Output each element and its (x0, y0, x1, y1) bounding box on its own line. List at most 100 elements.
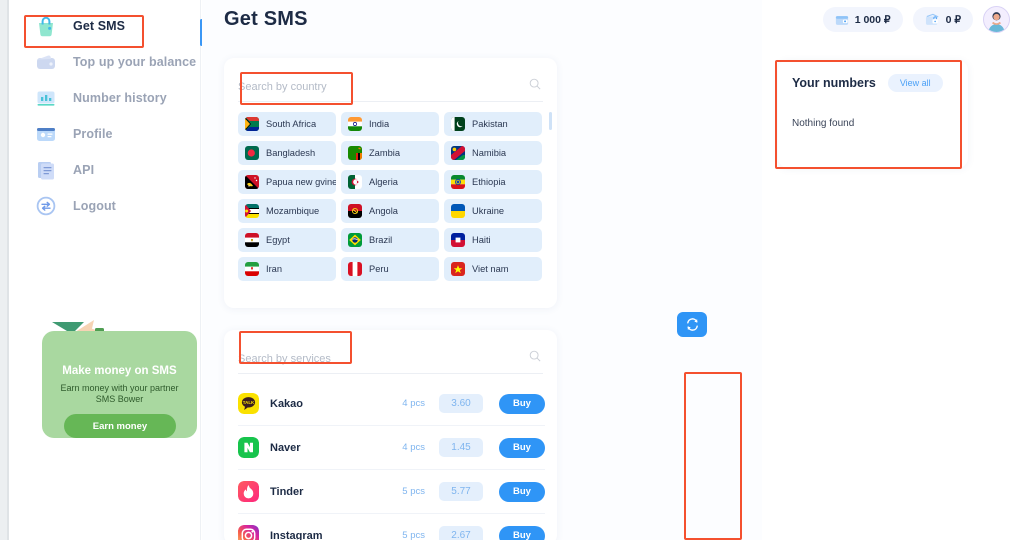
country-item[interactable]: Egypt (238, 228, 336, 252)
balance-bonus-pill[interactable]: 0 ₽ (912, 7, 973, 32)
search-icon[interactable] (529, 78, 541, 90)
service-quantity: 4 pcs (402, 442, 425, 453)
service-name: Kakao (270, 397, 304, 410)
avatar[interactable] (983, 6, 1010, 33)
bag-icon (33, 13, 59, 39)
country-item[interactable]: Brazil (341, 228, 439, 252)
page-title: Get SMS (224, 8, 308, 30)
flag-icon-br (348, 233, 362, 247)
sidebar-item-label: API (73, 163, 95, 177)
id-card-icon (33, 121, 59, 147)
sidebar-item-number-history[interactable]: Number history (9, 80, 201, 116)
your-numbers-title: Your numbers (792, 76, 876, 90)
country-item[interactable]: Ethiopia (444, 170, 542, 194)
buy-button[interactable]: Buy (499, 481, 545, 502)
service-search-row (238, 344, 543, 374)
country-item[interactable]: Pakistan (444, 112, 542, 136)
flag-icon-bd (245, 146, 259, 160)
country-item[interactable]: Angola (341, 199, 439, 223)
flag-icon-dz (348, 175, 362, 189)
country-item[interactable]: Ukraine (444, 199, 542, 223)
country-item[interactable]: Viet nam (444, 257, 542, 281)
country-item[interactable]: India (341, 112, 439, 136)
country-item[interactable]: Bangladesh (238, 141, 336, 165)
service-price: 3.60 (439, 394, 483, 413)
country-name: Haiti (472, 235, 491, 245)
service-quantity: 5 pcs (402, 530, 425, 540)
sidebar-item-get-sms[interactable]: Get SMS (9, 8, 201, 44)
your-numbers-header: Your numbers View all (792, 74, 943, 92)
tinder-icon (238, 481, 259, 502)
country-item[interactable]: Peru (341, 257, 439, 281)
flag-icon-zm (348, 146, 362, 160)
chart-icon (33, 85, 59, 111)
view-all-button[interactable]: View all (887, 74, 943, 92)
country-item[interactable]: Iran (238, 257, 336, 281)
service-price: 1.45 (439, 438, 483, 457)
country-item[interactable]: Zambia (341, 141, 439, 165)
flag-icon-pe (348, 262, 362, 276)
document-icon (33, 157, 59, 183)
swap-refresh-icon (686, 318, 698, 331)
flag-icon-ua (451, 204, 465, 218)
buy-button[interactable]: Buy (499, 437, 545, 458)
buy-button[interactable]: Buy (499, 525, 545, 540)
service-name: Naver (270, 441, 301, 454)
kakao-icon: TALK (238, 393, 259, 414)
flag-icon-ir (245, 262, 259, 276)
country-list: South Africa India Pakistan Bangladesh Zambi… (238, 112, 545, 298)
country-item[interactable]: Namibia (444, 141, 542, 165)
app-root: Get SMS Top up your balance Number histo… (0, 0, 1024, 540)
flag-icon-vn (451, 262, 465, 276)
wallet-icon (835, 15, 848, 25)
sidebar-item-logout[interactable]: Logout (9, 188, 201, 224)
service-quantity: 5 pcs (402, 486, 425, 497)
swap-button[interactable] (677, 312, 707, 337)
country-name: Peru (369, 264, 389, 274)
country-name: Ethiopia (472, 177, 506, 187)
sidebar-item-top-up-your-balance[interactable]: Top up your balance (9, 44, 201, 80)
instagram-icon (238, 525, 259, 540)
service-row: Tinder 5 pcs 5.77 Buy (238, 470, 545, 514)
country-item[interactable]: Papua new gvineya (238, 170, 336, 194)
country-list-scrollbar[interactable] (549, 112, 552, 130)
svg-text:TALK: TALK (243, 400, 255, 405)
flag-icon-na (451, 146, 465, 160)
sidebar-item-label: Get SMS (73, 19, 126, 33)
search-icon[interactable] (529, 350, 541, 362)
sidebar-item-label: Profile (73, 127, 113, 141)
browser-gutter (0, 0, 9, 540)
your-numbers-empty-text: Nothing found (792, 118, 855, 129)
sidebar-item-label: Top up your balance (73, 55, 197, 69)
country-name: Bangladesh (266, 148, 316, 158)
service-row: Naver 4 pcs 1.45 Buy (238, 426, 545, 470)
country-name: India (369, 119, 390, 129)
country-search-input[interactable] (238, 74, 508, 99)
country-item[interactable]: Mozambique (238, 199, 336, 223)
promo-subtitle: Earn money with your partner SMS Bower (60, 383, 179, 404)
country-item[interactable]: South Africa (238, 112, 336, 136)
flag-icon-et (451, 175, 465, 189)
country-search-row (238, 72, 543, 102)
earn-money-button[interactable]: Earn money (64, 414, 176, 438)
country-name: Namibia (472, 148, 507, 158)
balance-main-pill[interactable]: 1 000 ₽ (822, 7, 903, 32)
country-name: Ukraine (472, 206, 505, 216)
promo-card: 1 Make money on SMS Earn money with your… (42, 318, 197, 438)
sidebar-item-api[interactable]: API (9, 152, 201, 188)
buy-button[interactable]: Buy (499, 393, 545, 414)
country-item[interactable]: Algeria (341, 170, 439, 194)
promo-title: Make money on SMS (62, 365, 177, 377)
country-item[interactable]: Haiti (444, 228, 542, 252)
country-name: Algeria (369, 177, 398, 187)
service-name: Tinder (270, 485, 304, 498)
user-avatar-icon (984, 7, 1009, 32)
sidebar-item-profile[interactable]: Profile (9, 116, 201, 152)
logout-icon (33, 193, 59, 219)
service-panel: TALKKakao4 pcs3.60Buy Naver4 pcs1.45Buy … (224, 330, 557, 540)
service-search-input[interactable] (238, 346, 508, 371)
country-name: Viet nam (472, 264, 509, 274)
service-list: TALK Kakao 4 pcs 3.60 Buy Naver 4 pcs 1.45 Buy … (238, 382, 545, 540)
main-content: Get SMS 1 000 ₽ 0 ₽ Search by country So… (202, 0, 1024, 540)
country-name: Angola (369, 206, 398, 216)
